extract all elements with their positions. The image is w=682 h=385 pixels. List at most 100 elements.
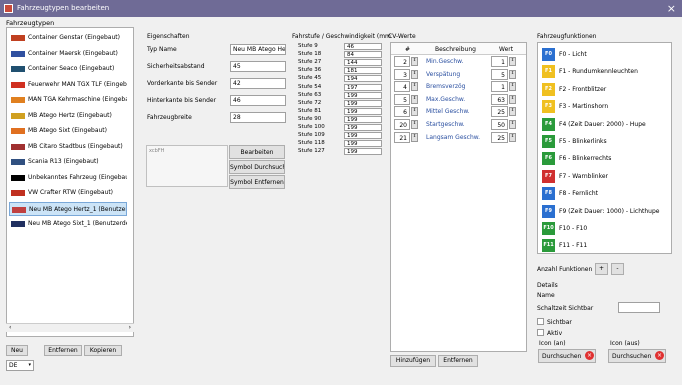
cv-number-input[interactable]: 5 xyxy=(394,93,410,105)
horizontal-scrollbar[interactable]: ‹ › xyxy=(6,323,134,332)
speed-value-input[interactable]: 194 xyxy=(344,75,382,83)
vehicle-list-item[interactable]: Scania R13 (Eingebaut) xyxy=(9,155,127,169)
cv-number-spinner-icon[interactable]: ⇕ xyxy=(411,69,418,79)
function-list-item[interactable]: F0 F0 - Licht xyxy=(541,46,669,63)
vehicle-list-item[interactable]: Container Genstar (Eingebaut) xyxy=(9,31,127,45)
speed-value-input[interactable]: 199 xyxy=(344,140,382,148)
scroll-left-icon[interactable]: ‹ xyxy=(9,324,11,331)
function-list-item[interactable]: F5 F5 - Blinkerlinks xyxy=(541,133,669,150)
visible-checkbox[interactable] xyxy=(537,318,544,325)
search-symbol-button[interactable]: Symbol Durchsuch xyxy=(229,160,285,174)
vehicle-list-item[interactable]: Neu MB Atego Hertz_1 (Benutzerd xyxy=(9,201,127,216)
switch-time-input[interactable] xyxy=(618,302,660,313)
speed-step-label: Stufe 54 xyxy=(298,83,322,90)
speed-value-input[interactable]: 46 xyxy=(344,43,382,50)
language-select[interactable]: DE ▾ xyxy=(6,360,34,371)
speed-value-input[interactable]: 199 xyxy=(344,99,382,107)
function-list-item[interactable]: F4 F4 (Zeit Dauer: 2000) - Hupe xyxy=(541,116,669,133)
cv-number-input[interactable]: 20 xyxy=(394,119,410,130)
function-icon: F2 xyxy=(542,82,555,96)
cv-value-spinner-icon[interactable]: ⇕ xyxy=(509,132,516,142)
add-function-button[interactable]: + xyxy=(595,263,608,275)
cv-number-input[interactable]: 2 xyxy=(394,56,410,67)
remove-vehicle-button[interactable]: Entfernen xyxy=(44,345,82,356)
speed-value-input[interactable]: 144 xyxy=(344,59,382,67)
cv-value-input[interactable]: 63 xyxy=(491,93,508,105)
vehicle-list-item[interactable]: Container Maersk (Eingebaut) xyxy=(9,47,127,61)
function-list-item[interactable]: F6 F6 - Blinkerrechts xyxy=(541,150,669,167)
remove-function-button[interactable]: - xyxy=(611,263,624,275)
cv-number-input[interactable]: 3 xyxy=(394,68,410,80)
cv-value-input[interactable]: 5 xyxy=(491,68,508,80)
vehicle-list-item[interactable]: MB Citaro Stadtbus (Eingebaut) xyxy=(9,140,127,154)
vehicle-list-item[interactable]: Unbekanntes Fahrzeug (Eingebaut xyxy=(9,171,127,185)
cv-number-spinner-icon[interactable]: ⇕ xyxy=(411,57,418,66)
vehicle-list-item[interactable]: VW Crafter RTW (Eingebaut) xyxy=(9,186,127,200)
speed-value-input[interactable]: 199 xyxy=(344,115,382,123)
cv-value-spinner-icon[interactable]: ⇕ xyxy=(509,82,516,92)
speed-value-input[interactable]: 199 xyxy=(344,132,382,140)
function-list-item[interactable]: F3 F3 - Martinshorn xyxy=(541,98,669,115)
speed-value-input[interactable]: 199 xyxy=(344,148,382,156)
front-edge-input[interactable]: 42 xyxy=(230,78,286,89)
vehicle-width-input[interactable]: 28 xyxy=(230,112,286,123)
function-list-item[interactable]: F8 F8 - Fernlicht xyxy=(541,185,669,202)
cv-value-input[interactable]: 1 xyxy=(491,81,508,93)
cv-description: Mittel Geschw. xyxy=(426,108,470,116)
remove-symbol-button[interactable]: Symbol Entfernen xyxy=(229,175,285,189)
speed-value-input[interactable]: 199 xyxy=(344,91,382,99)
rear-edge-label: Hinterkante bis Sender xyxy=(147,97,217,104)
speed-value-input[interactable]: 199 xyxy=(344,124,382,131)
remove-cv-button[interactable]: Entfernen xyxy=(438,355,478,367)
cv-value-spinner-icon[interactable]: ⇕ xyxy=(509,107,516,117)
cv-number-spinner-icon[interactable]: ⇕ xyxy=(411,132,418,142)
vehicle-label: Container Genstar (Eingebaut) xyxy=(28,34,120,41)
cv-value-spinner-icon[interactable]: ⇕ xyxy=(509,69,516,79)
cv-number-spinner-icon[interactable]: ⇕ xyxy=(411,94,418,104)
vehicle-list-item[interactable]: Container Seaco (Eingebaut) xyxy=(9,62,127,76)
edit-symbol-button[interactable]: Bearbeiten xyxy=(229,145,285,159)
active-checkbox[interactable] xyxy=(537,329,544,336)
cv-value-input[interactable]: 1 xyxy=(491,56,508,67)
scroll-right-icon[interactable]: › xyxy=(129,324,131,331)
cv-value-spinner-icon[interactable]: ⇕ xyxy=(509,120,516,129)
cv-number-input[interactable]: 6 xyxy=(394,106,410,118)
vehicle-list[interactable]: Container Genstar (Eingebaut) Container M… xyxy=(6,27,134,337)
speed-value-input[interactable]: 181 xyxy=(344,67,382,75)
cv-value-spinner-icon[interactable]: ⇕ xyxy=(509,94,516,104)
cv-number-input[interactable]: 21 xyxy=(394,131,410,143)
rear-edge-input[interactable]: 46 xyxy=(230,95,286,106)
vehicle-list-item[interactable]: MAN TGA Kehrmaschine (Eingeba xyxy=(9,93,127,107)
cv-number-spinner-icon[interactable]: ⇕ xyxy=(411,82,418,92)
copy-button[interactable]: Kopieren xyxy=(84,345,122,356)
type-name-input[interactable]: Neu MB Atego Her xyxy=(230,44,286,55)
cv-number-spinner-icon[interactable]: ⇕ xyxy=(411,120,418,129)
safety-distance-input[interactable]: 45 xyxy=(230,61,286,72)
vehicle-list-item[interactable]: MB Atego Hertz (Eingebaut) xyxy=(9,109,127,123)
vehicle-list-item[interactable]: MB Atego Sixt (Eingebaut) xyxy=(9,124,127,138)
cv-number-input[interactable]: 4 xyxy=(394,81,410,93)
cv-value-input[interactable]: 25 xyxy=(491,131,508,143)
function-list[interactable]: F0 F0 - Licht F1 F1 - Rundumkennleuchten F2 F… xyxy=(537,42,672,254)
cv-value-input[interactable]: 50 xyxy=(491,119,508,130)
function-label: F0 - Licht xyxy=(559,51,587,58)
vehicle-list-item[interactable]: Neu MB Atego Sixt_1 (Benutzerdef xyxy=(9,217,127,231)
function-list-item[interactable]: F2 F2 - Frontblitzer xyxy=(541,81,669,98)
function-list-item[interactable]: F11 F11 - F11 xyxy=(541,237,669,254)
add-cv-button[interactable]: Hinzufügen xyxy=(390,355,436,367)
cv-value-spinner-icon[interactable]: ⇕ xyxy=(509,57,516,66)
vehicle-list-item[interactable]: Feuerwehr MAN TGX TLF (Eingeb xyxy=(9,78,127,92)
speed-value-input[interactable]: 199 xyxy=(344,107,382,115)
clear-icon-on-icon[interactable]: × xyxy=(585,351,594,360)
cv-value-input[interactable]: 25 xyxy=(491,106,508,118)
cv-number-spinner-icon[interactable]: ⇕ xyxy=(411,107,418,117)
function-list-item[interactable]: F10 F10 - F10 xyxy=(541,220,669,237)
clear-icon-off-icon[interactable]: × xyxy=(655,351,664,360)
new-button[interactable]: Neu xyxy=(6,345,28,356)
function-list-item[interactable]: F1 F1 - Rundumkennleuchten xyxy=(541,63,669,80)
function-list-item[interactable]: F7 F7 - Warnblinker xyxy=(541,168,669,185)
close-icon[interactable]: × xyxy=(667,2,676,15)
function-list-item[interactable]: F9 F9 (Zeit Dauer: 1000) - Lichthupe xyxy=(541,203,669,220)
speed-value-input[interactable]: 197 xyxy=(344,83,382,91)
speed-value-input[interactable]: 84 xyxy=(344,51,382,59)
